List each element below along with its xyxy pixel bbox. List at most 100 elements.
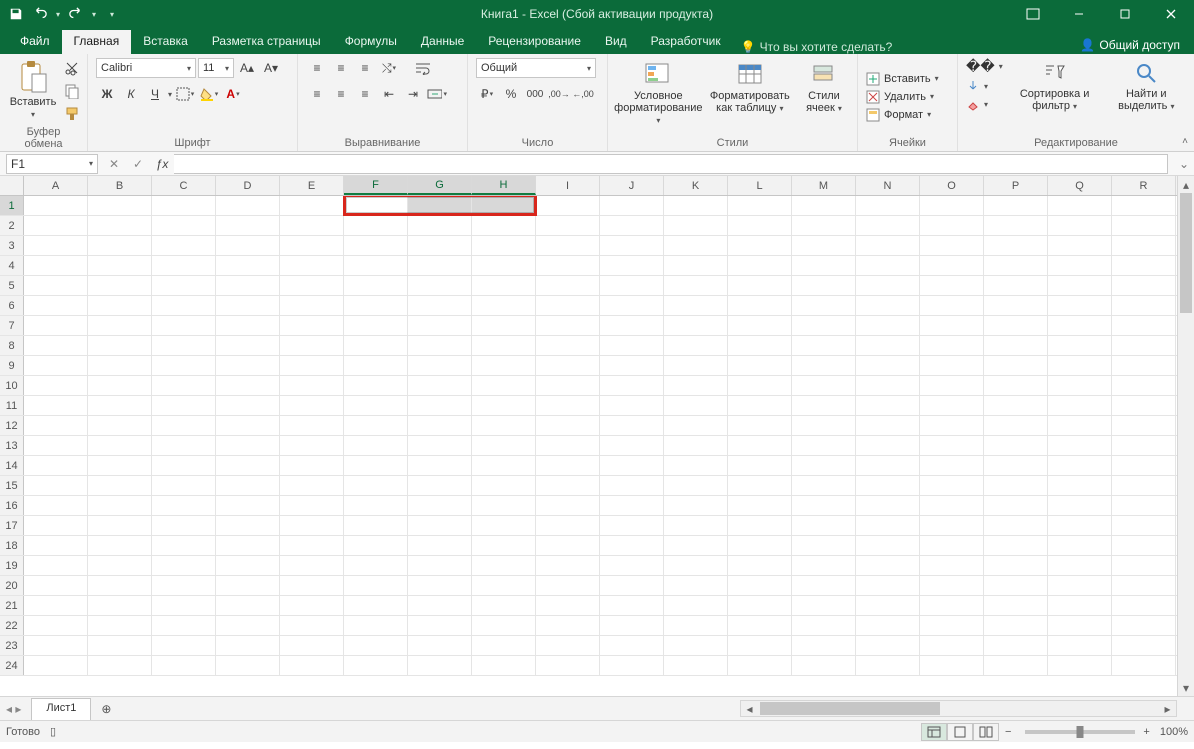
cell[interactable] <box>1112 616 1176 635</box>
cell[interactable] <box>792 436 856 455</box>
format-as-table-button[interactable]: Форматировать как таблицу ▾ <box>707 58 793 116</box>
cell[interactable] <box>984 336 1048 355</box>
page-break-view-icon[interactable] <box>973 723 999 741</box>
hscroll-thumb[interactable] <box>760 702 940 715</box>
cell[interactable] <box>664 316 728 335</box>
find-select-button[interactable]: Найти и выделить ▾ <box>1107 58 1186 114</box>
cell[interactable] <box>280 656 344 675</box>
font-color-button[interactable]: A <box>222 84 244 104</box>
cell[interactable] <box>792 256 856 275</box>
cell[interactable] <box>1112 436 1176 455</box>
tab-file[interactable]: Файл <box>8 30 62 54</box>
cell[interactable] <box>536 416 600 435</box>
cell[interactable] <box>152 276 216 295</box>
cell[interactable] <box>152 616 216 635</box>
cell[interactable] <box>600 556 664 575</box>
cell[interactable] <box>600 256 664 275</box>
cell[interactable] <box>24 636 88 655</box>
cell[interactable] <box>216 256 280 275</box>
cell[interactable] <box>344 476 408 495</box>
cell[interactable] <box>984 596 1048 615</box>
cell[interactable] <box>600 396 664 415</box>
cell[interactable] <box>600 496 664 515</box>
cell[interactable] <box>472 396 536 415</box>
cell[interactable] <box>280 436 344 455</box>
cell[interactable] <box>984 516 1048 535</box>
cell[interactable] <box>600 296 664 315</box>
cell[interactable] <box>280 536 344 555</box>
cell[interactable] <box>792 636 856 655</box>
cell[interactable] <box>984 376 1048 395</box>
cell[interactable] <box>24 476 88 495</box>
cell[interactable] <box>856 336 920 355</box>
cell[interactable] <box>24 596 88 615</box>
paste-button[interactable]: Вставить▾ <box>8 58 58 122</box>
cell[interactable] <box>216 376 280 395</box>
cell[interactable] <box>1048 456 1112 475</box>
decrease-decimal-icon[interactable]: ←,00 <box>572 84 594 104</box>
cell[interactable] <box>600 196 664 215</box>
col-header-N[interactable]: N <box>856 176 920 195</box>
cell[interactable] <box>24 336 88 355</box>
conditional-formatting-button[interactable]: Условное форматирование ▾ <box>616 58 701 128</box>
fill-color-button[interactable] <box>198 84 220 104</box>
align-top-icon[interactable]: ≡ <box>306 58 328 78</box>
cell[interactable] <box>472 216 536 235</box>
cell[interactable] <box>408 276 472 295</box>
cell[interactable] <box>88 256 152 275</box>
cell[interactable] <box>792 276 856 295</box>
zoom-in-icon[interactable]: + <box>1143 726 1149 738</box>
align-bottom-icon[interactable]: ≡ <box>354 58 376 78</box>
cut-icon[interactable] <box>62 58 82 78</box>
cell[interactable] <box>1048 516 1112 535</box>
cell[interactable] <box>536 556 600 575</box>
cell[interactable] <box>920 596 984 615</box>
cell[interactable] <box>984 356 1048 375</box>
cell[interactable] <box>536 296 600 315</box>
bold-button[interactable]: Ж <box>96 84 118 104</box>
cell[interactable] <box>216 396 280 415</box>
cell[interactable] <box>24 656 88 675</box>
cell[interactable] <box>88 456 152 475</box>
cell[interactable] <box>280 276 344 295</box>
cell[interactable] <box>728 476 792 495</box>
cell[interactable] <box>24 536 88 555</box>
fill-button[interactable]: ▾ <box>966 79 1003 93</box>
cell[interactable] <box>1112 216 1176 235</box>
cell[interactable] <box>600 276 664 295</box>
cell[interactable] <box>344 256 408 275</box>
cell[interactable] <box>280 216 344 235</box>
cancel-formula-icon[interactable]: ✕ <box>102 154 126 174</box>
cell[interactable] <box>600 216 664 235</box>
col-header-Q[interactable]: Q <box>1048 176 1112 195</box>
cell[interactable] <box>1112 276 1176 295</box>
vertical-scrollbar[interactable]: ▴ ▾ <box>1177 176 1194 696</box>
col-header-L[interactable]: L <box>728 176 792 195</box>
cell[interactable] <box>152 596 216 615</box>
cell[interactable] <box>856 396 920 415</box>
cell[interactable] <box>1112 556 1176 575</box>
collapse-ribbon-icon[interactable]: ˄ <box>1182 136 1188 147</box>
cell[interactable] <box>728 236 792 255</box>
decrease-font-icon[interactable]: A▾ <box>260 58 282 78</box>
cell[interactable] <box>728 496 792 515</box>
name-box[interactable]: F1▾ <box>6 154 98 174</box>
cell[interactable] <box>88 636 152 655</box>
row-header[interactable]: 7 <box>0 316 24 335</box>
cell[interactable] <box>792 456 856 475</box>
cell[interactable] <box>664 516 728 535</box>
cell[interactable] <box>472 616 536 635</box>
cell[interactable] <box>664 556 728 575</box>
cell[interactable] <box>280 296 344 315</box>
cell[interactable] <box>88 556 152 575</box>
delete-cells-button[interactable]: Удалить▾ <box>866 90 934 104</box>
redo-icon[interactable] <box>68 6 84 22</box>
cell[interactable] <box>1048 356 1112 375</box>
cell[interactable] <box>1048 296 1112 315</box>
cell[interactable] <box>792 356 856 375</box>
cell[interactable] <box>280 516 344 535</box>
comma-format-icon[interactable]: 000 <box>524 84 546 104</box>
cell[interactable] <box>280 376 344 395</box>
cell[interactable] <box>792 396 856 415</box>
cell[interactable] <box>344 636 408 655</box>
